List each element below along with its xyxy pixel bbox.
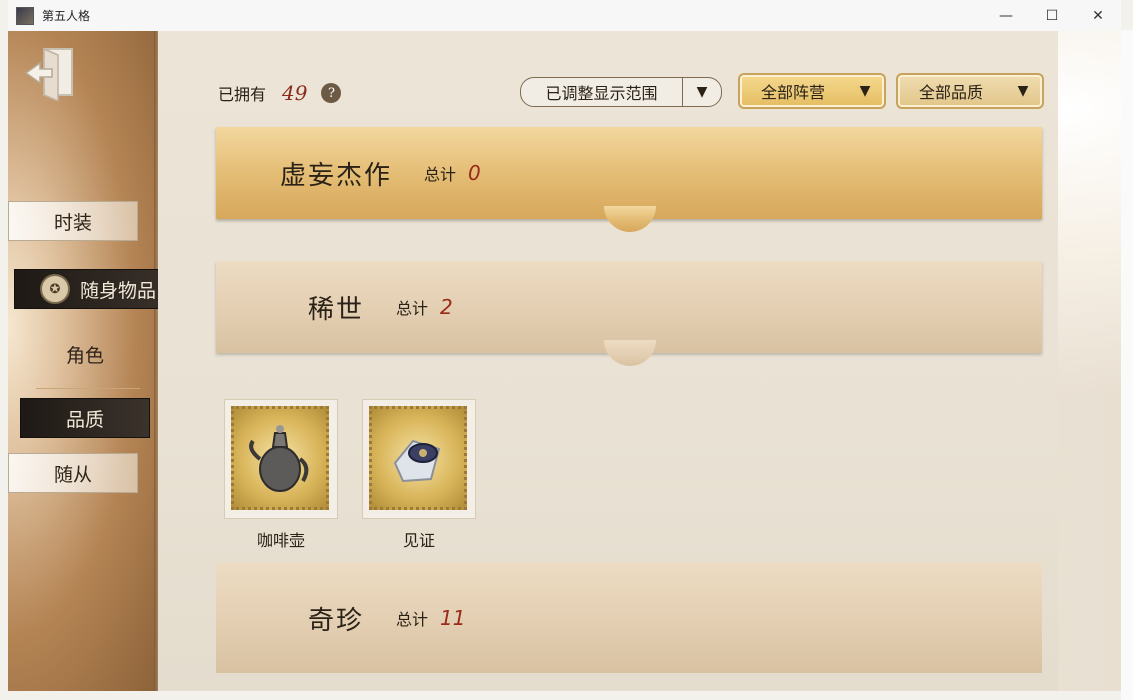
owned-counter: 已拥有 49 ?	[218, 81, 342, 105]
quality-dropdown[interactable]: 全部品质 ▼	[896, 73, 1044, 109]
chevron-down-icon: ▼	[682, 78, 721, 106]
minimize-button[interactable]: —	[983, 0, 1029, 31]
accessory-badge-icon: ✪	[39, 274, 70, 304]
sidebar-divider	[36, 388, 140, 389]
chevron-down-icon: ▼	[859, 83, 871, 99]
item-name: 见证	[402, 531, 435, 550]
item-stamp	[362, 399, 476, 519]
tab-follower-label: 随从	[53, 463, 92, 486]
tab-character[interactable]: 角色	[22, 335, 148, 373]
maximize-button[interactable]: ☐	[1029, 0, 1075, 31]
window-titlebar: 第五人格 — ☐ ✕	[8, 0, 1121, 32]
category-name: 稀世	[308, 294, 365, 325]
item-card[interactable]: 见证	[362, 399, 476, 551]
owned-count: 49	[282, 81, 308, 105]
item-card[interactable]: 咖啡壶	[224, 399, 338, 551]
category-total-label: 总计	[424, 165, 457, 184]
category-banner-treasure[interactable]: 奇珍 总计 11	[216, 563, 1042, 673]
category-name: 虚妄杰作	[280, 160, 393, 191]
tab-follower[interactable]: 随从	[8, 453, 138, 493]
camp-label: 全部阵营	[760, 83, 825, 102]
owned-label: 已拥有	[218, 85, 267, 104]
witness-icon	[369, 406, 467, 510]
tab-costume-label: 时装	[53, 211, 92, 234]
camp-dropdown[interactable]: 全部阵营 ▼	[738, 73, 886, 109]
category-banner-masterpiece[interactable]: 虚妄杰作 总计 0	[216, 127, 1042, 232]
category-total-label: 总计	[396, 610, 429, 629]
quality-label: 全部品质	[918, 83, 983, 102]
tab-costume[interactable]: 时装	[8, 201, 138, 241]
help-icon[interactable]: ?	[321, 83, 342, 103]
category-name: 奇珍	[308, 605, 365, 636]
tab-accessories-label: 随身物品	[79, 279, 156, 302]
category-total-count: 11	[440, 606, 466, 630]
category-banner-rare[interactable]: 稀世 总计 2	[216, 261, 1042, 366]
close-button[interactable]: ✕	[1075, 0, 1121, 31]
content-panel: 已拥有 49 ? 已调整显示范围 ▼ 全部阵营 ▼ 全部品质 ▼ 虚妄杰作 总计…	[158, 31, 1058, 691]
window-title: 第五人格	[42, 9, 91, 23]
tab-quality[interactable]: 品质	[20, 398, 150, 438]
tab-quality-label: 品质	[65, 408, 104, 431]
category-total-label: 总计	[396, 299, 429, 318]
coffee-pot-icon	[231, 406, 329, 510]
display-range-label: 已调整显示范围	[545, 84, 658, 103]
tab-character-label: 角色	[65, 344, 104, 367]
exit-icon[interactable]	[22, 43, 78, 101]
app-icon	[16, 6, 34, 25]
category-total-count: 0	[468, 161, 481, 185]
category-total-count: 2	[440, 295, 453, 319]
item-stamp	[224, 399, 338, 519]
game-viewport: 时装 ✪ 随身物品 角色 品质 随从 已拥有 49 ? 已调整显示范围 ▼ 全部…	[8, 31, 1121, 691]
item-name: 咖啡壶	[256, 531, 305, 550]
display-range-dropdown[interactable]: 已调整显示范围 ▼	[520, 77, 722, 107]
tab-accessories[interactable]: ✪ 随身物品	[14, 269, 182, 309]
background-strip	[1121, 30, 1133, 700]
chevron-down-icon: ▼	[1017, 83, 1029, 99]
